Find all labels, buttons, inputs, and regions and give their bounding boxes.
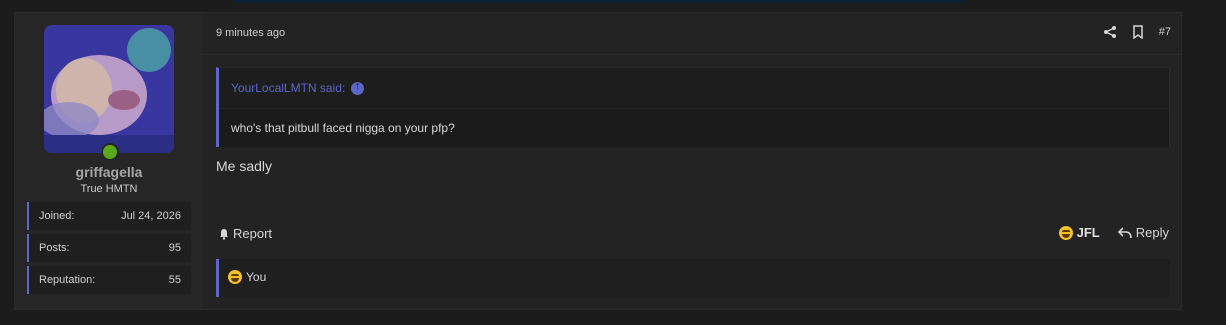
reactions-bar[interactable]: You (216, 259, 1170, 297)
reaction-button[interactable]: JFL (1058, 225, 1100, 240)
stat-value: Jul 24, 2026 (121, 210, 181, 222)
avatar-image (44, 25, 174, 153)
stat-value: 55 (168, 274, 181, 286)
reply-label: Reply (1135, 225, 1169, 240)
stat-label: Posts: (39, 242, 70, 254)
user-sidebar: griffagella True HMTN Joined: Jul 24, 20… (15, 13, 203, 309)
reaction-label: JFL (1076, 225, 1100, 240)
post-message: Me sadly (216, 158, 273, 174)
report-label: Report (233, 226, 273, 241)
stat-label: Joined: (39, 210, 75, 222)
reply-arrow-icon (1117, 226, 1132, 238)
top-banner-strip (233, 0, 963, 3)
post-main: 9 minutes ago #7 YourLocalLMTN said: ↑ w… (203, 13, 1181, 309)
quote-author-link[interactable]: YourLocalLMTN said: (231, 80, 365, 95)
online-status-indicator (101, 143, 119, 161)
stat-value: 95 (168, 242, 181, 254)
stat-joined: Joined: Jul 24, 2026 (27, 202, 191, 230)
stat-label: Reputation: (39, 274, 96, 286)
quote-body: who's that pitbull faced nigga on your p… (231, 121, 455, 135)
jump-to-quote-icon[interactable] (351, 80, 365, 95)
avatar[interactable] (44, 25, 174, 153)
laugh-cry-emoji-icon (228, 270, 242, 284)
post-number-link[interactable]: #7 (1159, 26, 1171, 38)
reactions-list[interactable]: You (246, 270, 266, 284)
forum-post: griffagella True HMTN Joined: Jul 24, 20… (14, 12, 1182, 310)
reply-button[interactable]: Reply (1117, 225, 1169, 240)
username[interactable]: griffagella (15, 164, 203, 180)
report-button[interactable]: Report (218, 226, 272, 241)
quote-author: YourLocalLMTN said: (231, 81, 346, 95)
quote-header: YourLocalLMTN said: (219, 68, 1169, 109)
bookmark-icon[interactable] (1131, 25, 1145, 40)
share-icon[interactable] (1103, 25, 1117, 39)
stat-reputation: Reputation: 55 (27, 266, 191, 294)
post-actions: JFL Reply (1058, 225, 1169, 240)
header-divider (203, 54, 1181, 55)
post-header-actions: #7 (1103, 25, 1171, 40)
quote-block: YourLocalLMTN said: who's that pitbull f… (216, 67, 1170, 147)
post-timestamp[interactable]: 9 minutes ago (216, 27, 285, 39)
user-title: True HMTN (80, 183, 138, 195)
laugh-cry-emoji-icon (1058, 225, 1073, 240)
stat-posts: Posts: 95 (27, 234, 191, 262)
bell-icon (220, 228, 228, 240)
